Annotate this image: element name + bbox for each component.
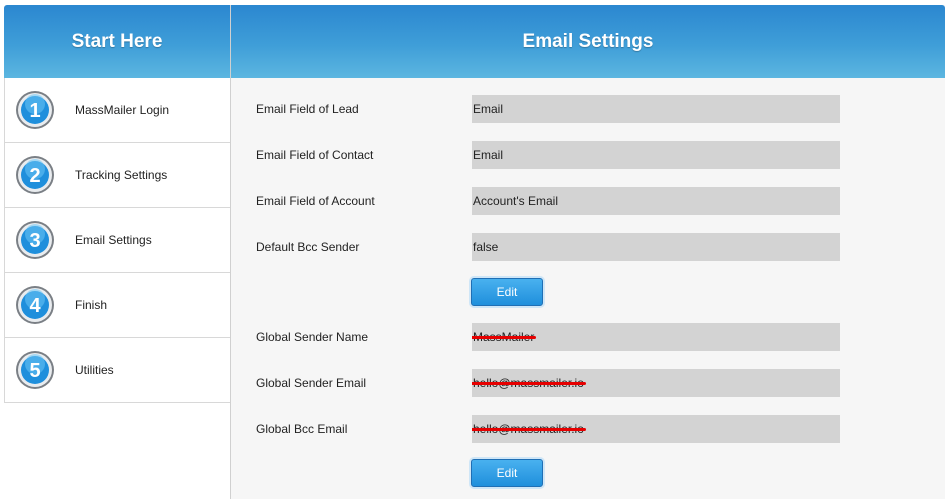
field-label: Email Field of Lead [256, 102, 359, 116]
step-4-icon: 4 [16, 286, 54, 324]
field-label: Global Bcc Email [256, 422, 348, 436]
sidebar: Start Here 1 MassMailer Login 2 Tracking… [4, 5, 230, 499]
sidebar-header: Start Here [4, 5, 230, 78]
edit-email-fields-button[interactable]: Edit [471, 278, 543, 306]
sidebar-item-label: Finish [75, 298, 108, 312]
field-value: hello@massmailer.io [472, 415, 840, 443]
field-label: Global Sender Email [256, 376, 367, 390]
main-panel: Email Settings Email Field of Lead Email… [230, 5, 945, 499]
step-2-icon: 2 [16, 156, 54, 194]
svg-text:5: 5 [29, 360, 40, 382]
redacted-value: hello@massmailer.io [472, 369, 586, 397]
sidebar-item-label: MassMailer Login [75, 103, 170, 117]
redacted-value: MassMailer [472, 323, 537, 351]
sidebar-item-massmailer-login[interactable]: 1 MassMailer Login [5, 78, 230, 143]
main-header: Email Settings [231, 5, 945, 78]
step-5-icon: 5 [16, 351, 54, 389]
field-value: Email [472, 141, 840, 169]
field-row-lead: Email Field of Lead Email [256, 95, 841, 123]
field-value: Email [472, 95, 840, 123]
sidebar-item-finish[interactable]: 4 Finish [5, 273, 230, 338]
edit-sender-button[interactable]: Edit [471, 459, 543, 487]
field-row-sender-email: Global Sender Email hello@massmailer.io [256, 369, 841, 397]
svg-text:1: 1 [29, 100, 40, 122]
step-1-icon: 1 [16, 91, 54, 129]
svg-text:3: 3 [29, 230, 40, 252]
field-label: Default Bcc Sender [256, 240, 360, 254]
field-row-account: Email Field of Account Account's Email [256, 187, 841, 215]
sidebar-item-tracking-settings[interactable]: 2 Tracking Settings [5, 143, 230, 208]
svg-text:4: 4 [29, 295, 41, 317]
sidebar-item-label: Tracking Settings [75, 168, 168, 182]
field-value: MassMailer [472, 323, 840, 351]
page-title: Email Settings [522, 30, 654, 52]
field-value: hello@massmailer.io [472, 369, 840, 397]
sidebar-title: Start Here [71, 30, 163, 52]
sidebar-item-utilities[interactable]: 5 Utilities [5, 338, 230, 402]
field-row-contact: Email Field of Contact Email [256, 141, 841, 169]
field-label: Global Sender Name [256, 330, 369, 344]
step-3-icon: 3 [16, 221, 54, 259]
redacted-value: hello@massmailer.io [472, 415, 586, 443]
sidebar-item-email-settings[interactable]: 3 Email Settings [5, 208, 230, 273]
field-value: false [472, 233, 840, 261]
field-row-default-bcc: Default Bcc Sender false [256, 233, 841, 261]
svg-text:2: 2 [29, 165, 40, 187]
sidebar-steps: 1 MassMailer Login 2 Tracking Settings 3 [4, 78, 230, 403]
sidebar-item-label: Email Settings [75, 233, 152, 247]
field-value: Account's Email [472, 187, 840, 215]
field-row-bcc-email: Global Bcc Email hello@massmailer.io [256, 415, 841, 443]
field-label: Email Field of Contact [256, 148, 374, 162]
field-label: Email Field of Account [256, 194, 375, 208]
field-row-sender-name: Global Sender Name MassMailer [256, 323, 841, 351]
sidebar-item-label: Utilities [75, 363, 114, 377]
